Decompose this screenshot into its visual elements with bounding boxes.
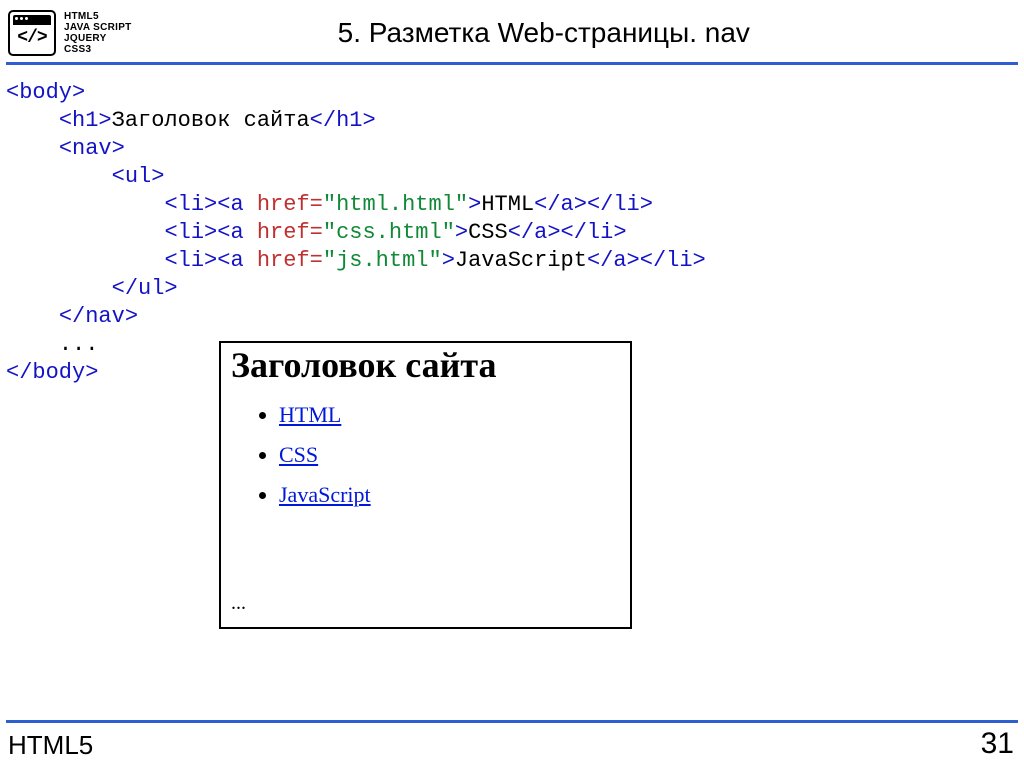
tag: <li> xyxy=(164,220,217,245)
list-item: HTML xyxy=(279,395,620,435)
tag: > xyxy=(442,248,455,273)
slide-footer: HTML5 31 xyxy=(0,727,1024,767)
tag: <a xyxy=(217,248,243,273)
attr: href= xyxy=(244,192,323,217)
slide-title: 5. Разметка Web-страницы. nav xyxy=(338,17,810,48)
slide-header: </> HTML5 JAVA SCRIPT JQUERY CSS3 5. Раз… xyxy=(0,0,1024,62)
footer-left: HTML5 xyxy=(8,730,93,761)
tag: </body> xyxy=(6,360,98,385)
attr: href= xyxy=(244,248,323,273)
code-block: <body> <h1>Заголовок сайта</h1> <nav> <u… xyxy=(0,65,1024,387)
attr-val: "js.html" xyxy=(323,248,442,273)
preview-link[interactable]: CSS xyxy=(279,442,318,467)
tag: </h1> xyxy=(310,108,376,133)
tag: </a> xyxy=(534,192,587,217)
tag: </ul> xyxy=(112,276,178,301)
code-text: Заголовок сайта xyxy=(112,108,310,133)
logo-word: HTML5 xyxy=(64,11,132,22)
logo-glyph: </> xyxy=(10,28,54,48)
code-text: HTML xyxy=(481,192,534,217)
logo-word: JAVA SCRIPT xyxy=(64,22,132,33)
tag: <li> xyxy=(164,192,217,217)
tag: <li> xyxy=(164,248,217,273)
tag: > xyxy=(468,192,481,217)
attr-val: "css.html" xyxy=(323,220,455,245)
tag: <h1> xyxy=(59,108,112,133)
attr-val: "html.html" xyxy=(323,192,468,217)
preview-ellipsis: ... xyxy=(231,589,246,617)
tag: <a xyxy=(217,192,243,217)
tag: <body> xyxy=(6,80,85,105)
divider-bottom xyxy=(6,720,1018,723)
attr: href= xyxy=(244,220,323,245)
rendered-preview: Заголовок сайта HTML CSS JavaScript ... xyxy=(219,341,632,629)
tag: </li> xyxy=(561,220,627,245)
tag: > xyxy=(455,220,468,245)
logo-text: HTML5 JAVA SCRIPT JQUERY CSS3 xyxy=(64,11,132,55)
code-text: JavaScript xyxy=(455,248,587,273)
page-number: 31 xyxy=(981,727,1014,761)
preview-link[interactable]: HTML xyxy=(279,402,341,427)
code-text: ... xyxy=(59,332,99,357)
logo-icon: </> xyxy=(8,10,56,56)
tag: <nav> xyxy=(59,136,125,161)
tag: </li> xyxy=(587,192,653,217)
logo-word: JQUERY xyxy=(64,33,132,44)
tag: </a> xyxy=(508,220,561,245)
code-text: CSS xyxy=(468,220,508,245)
list-item: CSS xyxy=(279,435,620,475)
preview-link[interactable]: JavaScript xyxy=(279,482,371,507)
tag: </a> xyxy=(587,248,640,273)
preview-heading: Заголовок сайта xyxy=(231,351,620,379)
preview-list: HTML CSS JavaScript xyxy=(231,395,620,515)
tag: <ul> xyxy=(112,164,165,189)
tag: </li> xyxy=(640,248,706,273)
tag: <a xyxy=(217,220,243,245)
list-item: JavaScript xyxy=(279,475,620,515)
tag: </nav> xyxy=(59,304,138,329)
logo-word: CSS3 xyxy=(64,44,132,55)
